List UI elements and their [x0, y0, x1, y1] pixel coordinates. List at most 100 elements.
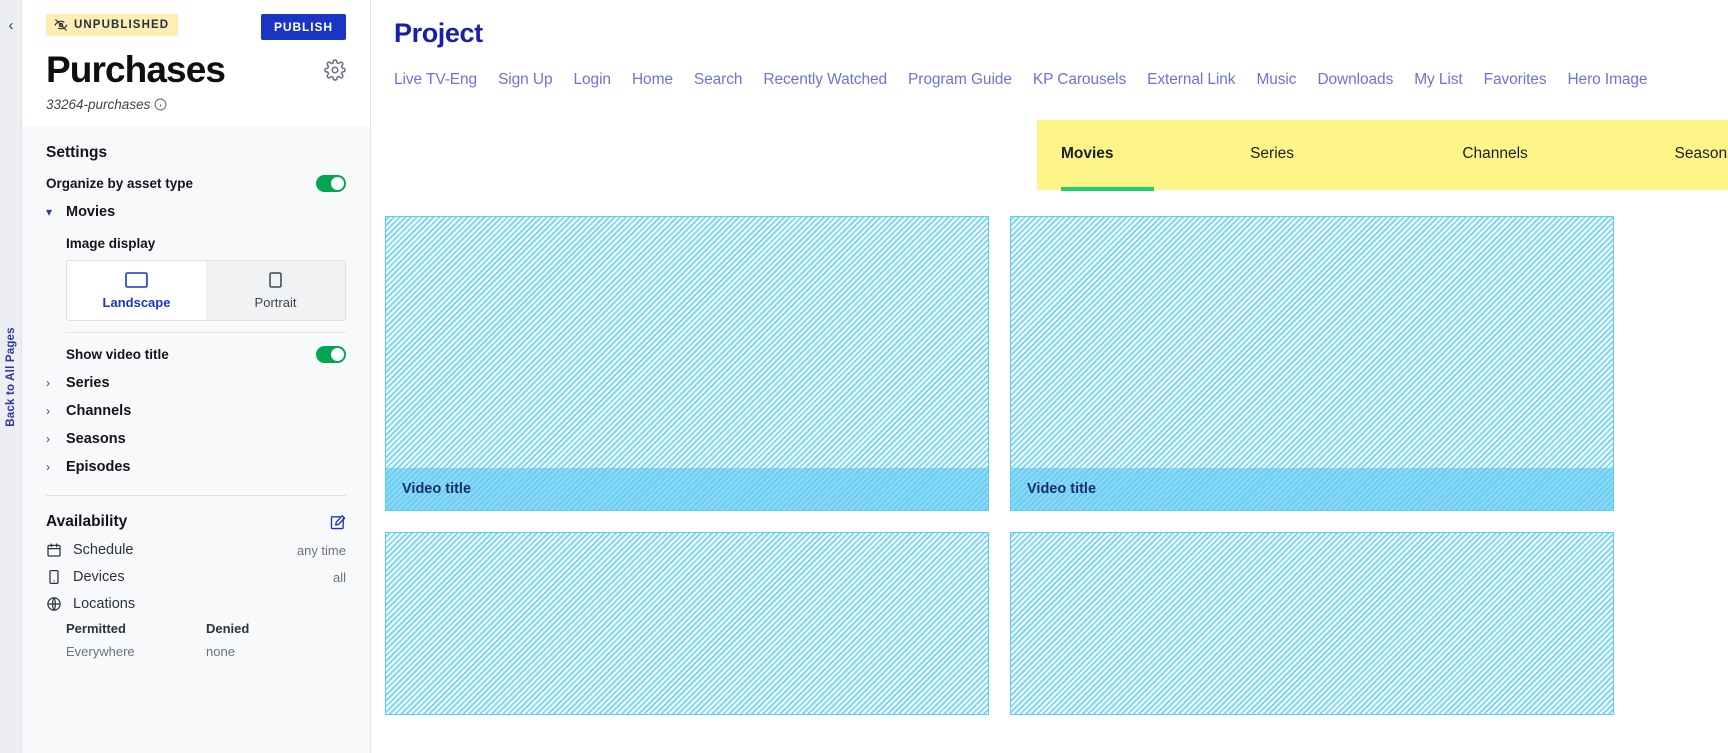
permitted-column: Permitted Everywhere: [66, 621, 206, 659]
slug-row: 33264-purchases: [46, 97, 346, 126]
accordion-movies-label: Movies: [66, 204, 116, 221]
video-title-text: Video title: [402, 481, 472, 497]
show-video-title-toggle[interactable]: [316, 346, 346, 364]
denied-header: Denied: [206, 621, 250, 637]
image-display-option-landscape[interactable]: Landscape: [67, 261, 206, 321]
device-icon: [49, 570, 59, 585]
app-root: ‹ Back to All Pages UNPUBLISHED PUBLISH: [0, 0, 1728, 753]
movies-divider: [66, 332, 346, 334]
accordion-series-label: Series: [66, 375, 110, 392]
nav-link-music[interactable]: Music: [1256, 71, 1296, 89]
page-slug: 33264-purchases: [46, 97, 151, 113]
availability-devices-label: Devices: [73, 569, 125, 586]
info-icon[interactable]: [154, 98, 167, 111]
image-display-option-landscape-label: Landscape: [102, 295, 171, 311]
edit-pencil-icon[interactable]: [329, 514, 346, 531]
availability-schedule-value: any time: [296, 542, 346, 558]
publish-button[interactable]: PUBLISH: [261, 14, 346, 40]
video-card[interactable]: [1010, 532, 1614, 715]
nav-link-external-link[interactable]: External Link: [1147, 71, 1235, 89]
accordion-seasons[interactable]: › Seasons: [46, 431, 346, 447]
asset-type-tabbar: Movies Series Channels Seasons Episodes: [1037, 120, 1728, 191]
accordion-episodes-label: Episodes: [66, 459, 131, 476]
status-badge-label: UNPUBLISHED: [74, 19, 170, 31]
nav-link-my-list[interactable]: My List: [1414, 71, 1462, 89]
settings-heading: Settings: [46, 144, 108, 162]
nav-link-program-guide[interactable]: Program Guide: [908, 71, 1012, 89]
nav-link-kp-carousels[interactable]: KP Carousels: [1033, 71, 1126, 89]
nav-link-search[interactable]: Search: [694, 71, 743, 89]
video-thumbnail-placeholder: Video title: [1010, 216, 1614, 511]
image-display-option-portrait-label: Portrait: [254, 295, 297, 311]
availability-row-devices[interactable]: Devices all: [46, 569, 346, 585]
accordion-episodes[interactable]: › Episodes: [46, 459, 346, 475]
video-title-text: Video title: [1027, 481, 1097, 497]
status-row: UNPUBLISHED PUBLISH: [46, 14, 346, 40]
accordion-channels[interactable]: › Channels: [46, 403, 346, 419]
video-card[interactable]: Video title: [385, 216, 989, 511]
nav-link-login[interactable]: Login: [574, 71, 612, 89]
sidebar-header: UNPUBLISHED PUBLISH Purchases 33264-purc…: [22, 0, 370, 127]
accordion-seasons-label: Seasons: [66, 431, 126, 448]
show-video-title-row: Show video title: [66, 346, 346, 364]
left-rail: ‹ Back to All Pages: [0, 0, 22, 753]
availability-locations-label: Locations: [73, 596, 136, 613]
video-title-bar: Video title: [1011, 468, 1613, 510]
chevron-right-icon: ›: [46, 376, 50, 391]
availability-row-schedule[interactable]: Schedule any time: [46, 542, 346, 558]
movies-subsection: Image display Landscape Portrait Show vi…: [46, 236, 346, 364]
chevron-right-icon: ›: [46, 432, 50, 447]
accordion-series[interactable]: › Series: [46, 375, 346, 391]
back-to-all-pages-link[interactable]: Back to All Pages: [5, 327, 17, 426]
portrait-rect-icon: [269, 272, 282, 288]
preview-nav: Live TV-Eng Sign Up Login Home Search Re…: [371, 49, 1728, 89]
sidebar-body: Settings Organize by asset type ▾ Movies…: [22, 144, 370, 659]
availability-heading: Availability: [46, 513, 128, 531]
image-display-segmented-control: Landscape Portrait: [66, 260, 346, 322]
eye-off-icon: [54, 19, 68, 31]
nav-link-live-tv-eng[interactable]: Live TV-Eng: [394, 71, 477, 89]
title-row: Purchases: [46, 50, 346, 89]
video-card[interactable]: Video title: [1010, 216, 1614, 511]
globe-icon: [47, 597, 61, 611]
nav-link-hero-image[interactable]: Hero Image: [1567, 71, 1647, 89]
nav-link-sign-up[interactable]: Sign Up: [498, 71, 553, 89]
availability-row-locations[interactable]: Locations: [46, 596, 346, 612]
video-card-grid: Video title Video title: [385, 216, 1728, 715]
organize-by-asset-type-row: Organize by asset type: [46, 175, 346, 193]
organize-toggle[interactable]: [316, 175, 346, 193]
video-thumbnail-placeholder: Video title: [385, 216, 989, 511]
chevron-right-icon: ›: [46, 404, 50, 419]
image-display-label: Image display: [66, 236, 156, 252]
chevron-left-icon[interactable]: ‹: [0, 18, 22, 33]
tab-series[interactable]: Series: [1250, 145, 1462, 165]
tab-seasons[interactable]: Seasons: [1675, 145, 1728, 165]
availability-devices-left: Devices: [46, 569, 125, 585]
nav-link-favorites[interactable]: Favorites: [1484, 71, 1547, 89]
organize-label: Organize by asset type: [46, 176, 194, 192]
calendar-icon: [47, 543, 61, 557]
section-divider: [46, 495, 346, 497]
availability-devices-value: all: [332, 569, 346, 585]
availability-header: Availability: [46, 513, 346, 531]
tab-channels[interactable]: Channels: [1462, 145, 1674, 165]
tab-movies[interactable]: Movies: [1037, 145, 1250, 191]
accordion-movies[interactable]: ▾ Movies: [46, 204, 346, 220]
video-card[interactable]: [385, 532, 989, 715]
availability-schedule-left: Schedule: [46, 542, 133, 558]
sidebar-panel: UNPUBLISHED PUBLISH Purchases 33264-purc…: [22, 0, 371, 753]
gear-icon[interactable]: [324, 58, 346, 81]
image-display-option-portrait[interactable]: Portrait: [206, 261, 345, 320]
preview-brand-title: Project: [394, 18, 483, 48]
landscape-rect-icon: [125, 272, 148, 289]
video-thumbnail-placeholder: [385, 532, 989, 715]
chevron-right-icon: ›: [46, 460, 50, 475]
status-badge: UNPUBLISHED: [46, 14, 179, 36]
preview-area: Project Live TV-Eng Sign Up Login Home S…: [371, 0, 1728, 753]
denied-value: none: [206, 644, 235, 660]
nav-link-home[interactable]: Home: [632, 71, 673, 89]
video-thumbnail-placeholder: [1010, 532, 1614, 715]
nav-link-recently-watched[interactable]: Recently Watched: [763, 71, 887, 89]
nav-link-downloads[interactable]: Downloads: [1317, 71, 1393, 89]
video-title-bar: Video title: [386, 468, 988, 510]
